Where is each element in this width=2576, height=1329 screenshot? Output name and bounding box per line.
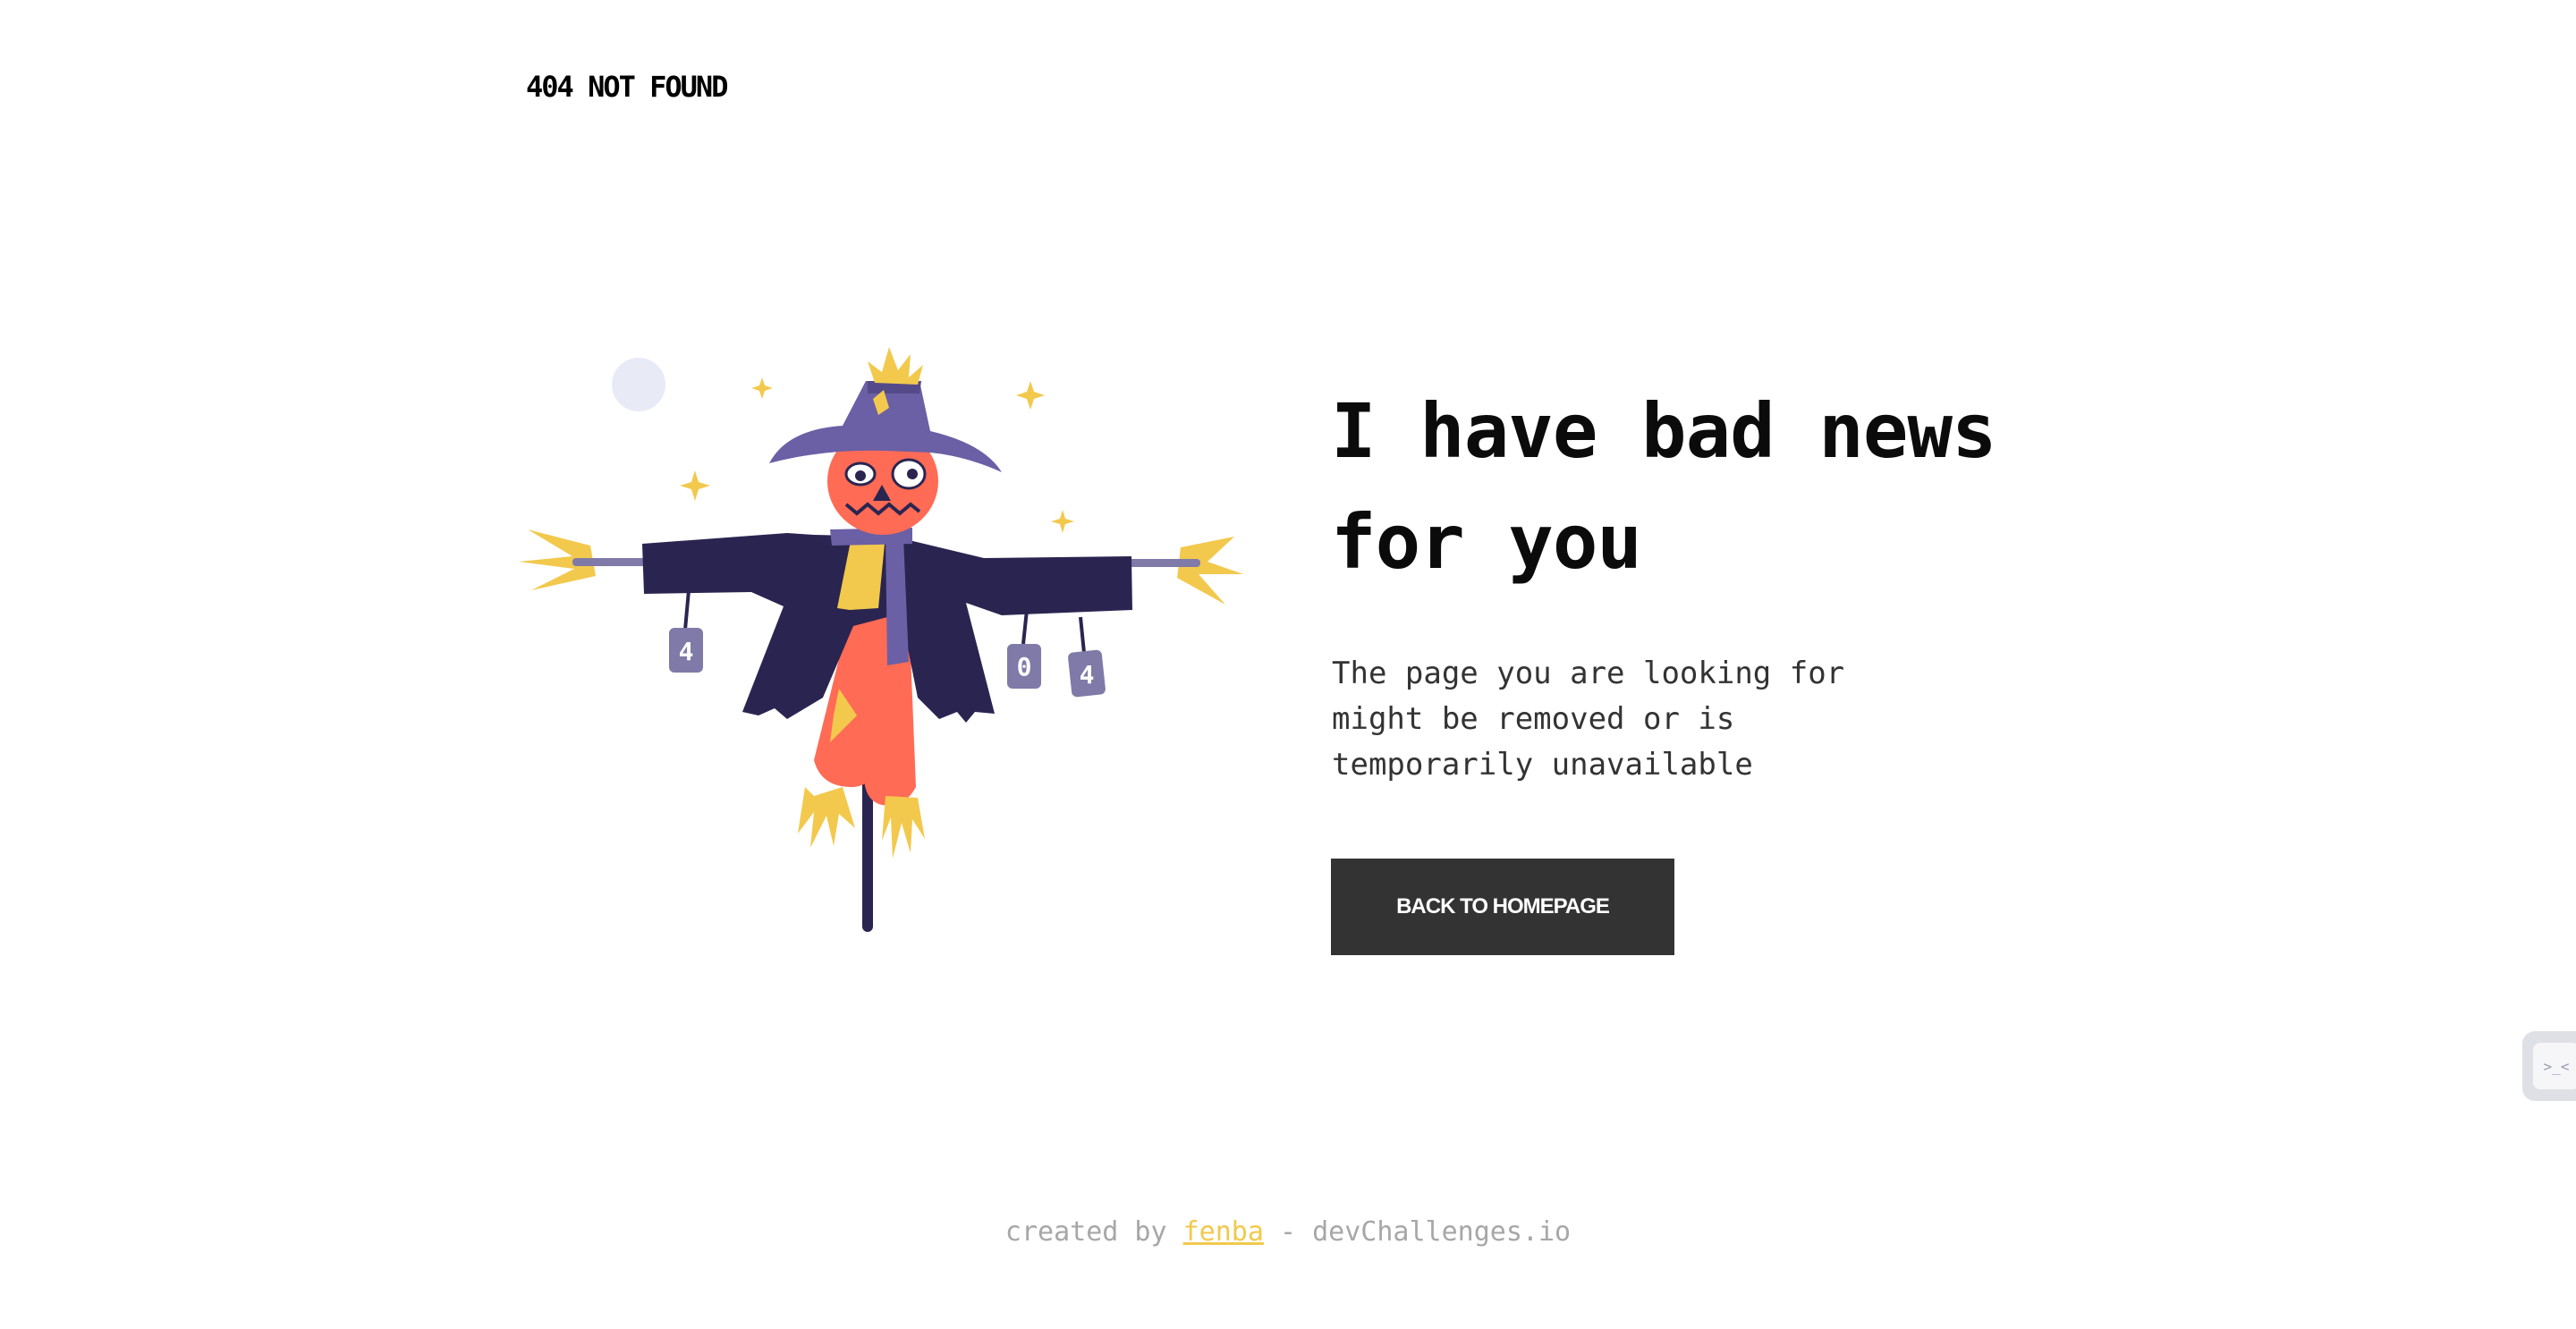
headline-line-1: I have bad news <box>1331 387 1997 475</box>
author-link[interactable]: fenba <box>1183 1216 1264 1248</box>
svg-text:0: 0 <box>1017 652 1032 681</box>
description: The page you are looking for might be re… <box>1332 651 1904 788</box>
description-line-1: The page you are looking for <box>1332 656 1845 691</box>
footer-suffix: - devChallenges.io <box>1279 1216 1572 1248</box>
description-line-2: might be removed or is <box>1332 701 1735 737</box>
moon-icon <box>612 358 665 411</box>
svg-text:4: 4 <box>679 637 694 666</box>
logo[interactable]: 404 NOT FOUND <box>526 70 728 104</box>
scarecrow-illustration: 4 0 4 <box>519 347 1243 932</box>
headline-line-2: for you <box>1331 498 1642 586</box>
description-line-3: temporarily unavailable <box>1332 747 1753 783</box>
footer-prefix: created by <box>1004 1216 1167 1248</box>
footer: created by fenba - devChallenges.io <box>0 1216 2576 1248</box>
straw-top <box>868 347 923 385</box>
terminal-icon: >_< <box>2533 1043 2576 1089</box>
back-to-homepage-button[interactable]: BACK TO HOMEPAGE <box>1331 859 1674 955</box>
page-headline: I have bad news for you <box>1331 376 2136 597</box>
svg-text:4: 4 <box>1080 660 1095 690</box>
floating-widget-button[interactable]: >_< <box>2522 1031 2576 1101</box>
straw-right <box>1177 537 1243 605</box>
